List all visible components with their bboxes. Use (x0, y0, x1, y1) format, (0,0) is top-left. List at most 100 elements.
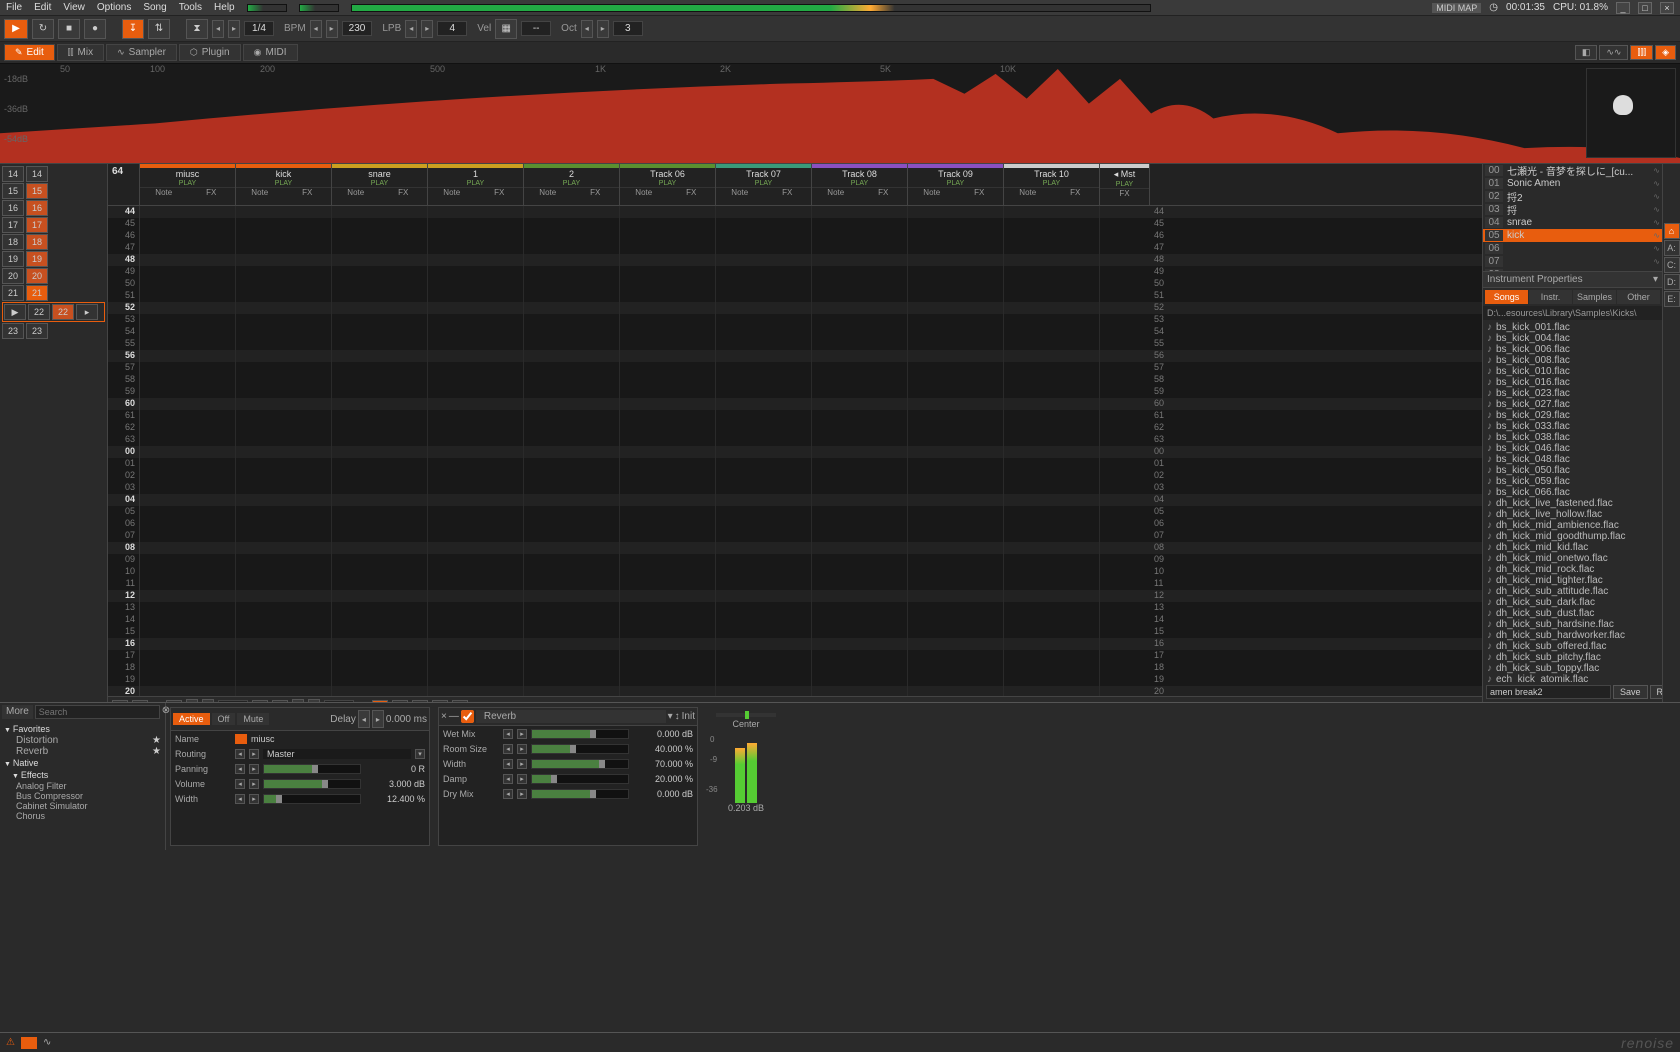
pattern-cell[interactable] (524, 554, 620, 566)
tab-plugin[interactable]: ⬡Plugin (179, 44, 241, 61)
pattern-cell[interactable] (620, 530, 716, 542)
pattern-cell[interactable] (236, 566, 332, 578)
pattern-cell[interactable] (428, 326, 524, 338)
seq-pattern[interactable]: 17 (26, 217, 48, 233)
pattern-cell[interactable] (236, 422, 332, 434)
seq-pattern[interactable]: 18 (26, 234, 48, 250)
pattern-cell[interactable] (620, 290, 716, 302)
pattern-cell[interactable] (716, 470, 812, 482)
pattern-cell[interactable] (524, 674, 620, 686)
menu-song[interactable]: Song (143, 2, 166, 13)
pattern-cell[interactable] (620, 350, 716, 362)
native-category[interactable]: Native (2, 757, 163, 769)
pattern-cell[interactable] (332, 638, 428, 650)
pattern-cell[interactable] (140, 542, 236, 554)
pattern-cell[interactable] (812, 518, 908, 530)
pattern-cell[interactable] (812, 410, 908, 422)
pattern-cell[interactable] (716, 686, 812, 696)
pattern-cell[interactable] (716, 242, 812, 254)
pattern-cell[interactable] (716, 446, 812, 458)
pattern-cell[interactable] (1004, 374, 1100, 386)
pattern-cell[interactable] (332, 338, 428, 350)
pattern-cell[interactable] (908, 638, 1004, 650)
mute-button[interactable]: Mute (237, 713, 269, 725)
file-item[interactable]: ♪dh_kick_mid_onetwo.flac (1485, 553, 1660, 564)
pattern-cell[interactable] (428, 518, 524, 530)
bpm-dec[interactable]: ◂ (310, 20, 322, 38)
pattern-cell[interactable] (812, 338, 908, 350)
instrument-properties-header[interactable]: Instrument Properties▾ (1483, 272, 1662, 288)
pattern-cell[interactable] (716, 218, 812, 230)
pattern-cell[interactable] (332, 362, 428, 374)
track-play[interactable]: PLAY (332, 180, 427, 187)
pattern-cell[interactable] (620, 626, 716, 638)
menu-edit[interactable]: Edit (34, 2, 51, 13)
pattern-cell[interactable] (620, 554, 716, 566)
pattern-cell[interactable] (140, 350, 236, 362)
file-item[interactable]: ♪dh_kick_sub_dust.flac (1485, 608, 1660, 619)
pattern-cell[interactable] (332, 506, 428, 518)
off-button[interactable]: Off (212, 713, 236, 725)
pattern-cell[interactable] (1004, 278, 1100, 290)
pattern-cell[interactable] (236, 686, 332, 696)
seq-play[interactable]: ▶ (4, 304, 26, 320)
pattern-cell[interactable] (812, 626, 908, 638)
pattern-cell[interactable] (1004, 386, 1100, 398)
pattern-cell[interactable] (428, 314, 524, 326)
pattern-cell[interactable] (524, 482, 620, 494)
pattern-cell[interactable] (716, 518, 812, 530)
pattern-cell[interactable] (428, 290, 524, 302)
track-play[interactable]: PLAY (812, 180, 907, 187)
pattern-cell[interactable] (140, 266, 236, 278)
pattern-cell[interactable] (332, 434, 428, 446)
file-item[interactable]: ♪dh_kick_sub_pitchy.flac (1485, 652, 1660, 663)
pattern-cell[interactable] (812, 266, 908, 278)
pattern-cell[interactable] (716, 422, 812, 434)
file-item[interactable]: ♪dh_kick_sub_hardsine.flac (1485, 619, 1660, 630)
pattern-cell[interactable] (140, 398, 236, 410)
save-button[interactable]: Save (1613, 685, 1648, 699)
pattern-cell[interactable] (716, 230, 812, 242)
pattern-cell[interactable] (812, 482, 908, 494)
track-name[interactable]: 2 (524, 168, 619, 180)
tab-midi[interactable]: ◉MIDI (243, 44, 298, 61)
pattern-cell[interactable] (1004, 230, 1100, 242)
pattern-cell[interactable] (716, 530, 812, 542)
pattern-cell[interactable] (236, 374, 332, 386)
pattern-cell[interactable] (428, 566, 524, 578)
pattern-cell[interactable] (1004, 254, 1100, 266)
pattern-cell[interactable] (140, 470, 236, 482)
pattern-cell[interactable] (908, 350, 1004, 362)
pattern-cell[interactable] (428, 278, 524, 290)
track-name[interactable]: kick (236, 168, 331, 180)
track-name[interactable]: 1 (428, 168, 523, 180)
pattern-cell[interactable] (236, 254, 332, 266)
pattern-cell[interactable] (332, 254, 428, 266)
pattern-cell[interactable] (524, 626, 620, 638)
seq-next[interactable]: ▸ (76, 304, 98, 320)
pattern-cell[interactable] (1004, 530, 1100, 542)
file-item[interactable]: ♪bs_kick_006.flac (1485, 344, 1660, 355)
pattern-cell[interactable] (1004, 662, 1100, 674)
midi-map-button[interactable]: MIDI MAP (1432, 3, 1481, 13)
track-name[interactable]: Track 08 (812, 168, 907, 180)
pattern-cell[interactable] (812, 290, 908, 302)
pattern-cell[interactable] (524, 386, 620, 398)
slider[interactable] (531, 759, 629, 769)
scope-toggle[interactable]: ∿∿ (1599, 45, 1628, 60)
pattern-cell[interactable] (908, 422, 1004, 434)
pattern-cell[interactable] (620, 566, 716, 578)
pattern-cell[interactable] (716, 338, 812, 350)
pattern-cell[interactable] (812, 650, 908, 662)
pattern-cell[interactable] (1004, 482, 1100, 494)
pattern-cell[interactable] (428, 626, 524, 638)
step-value[interactable]: 1/4 (244, 21, 274, 36)
pattern-cell[interactable] (524, 530, 620, 542)
instrument-slot[interactable]: 00七瀬光 - 音梦を探しに_[cu...∿ (1483, 164, 1662, 177)
pattern-cell[interactable] (812, 278, 908, 290)
pattern-cell[interactable] (1004, 326, 1100, 338)
pattern-cell[interactable] (140, 362, 236, 374)
pattern-cell[interactable] (332, 410, 428, 422)
pattern-cell[interactable] (524, 422, 620, 434)
pattern-cell[interactable] (908, 302, 1004, 314)
